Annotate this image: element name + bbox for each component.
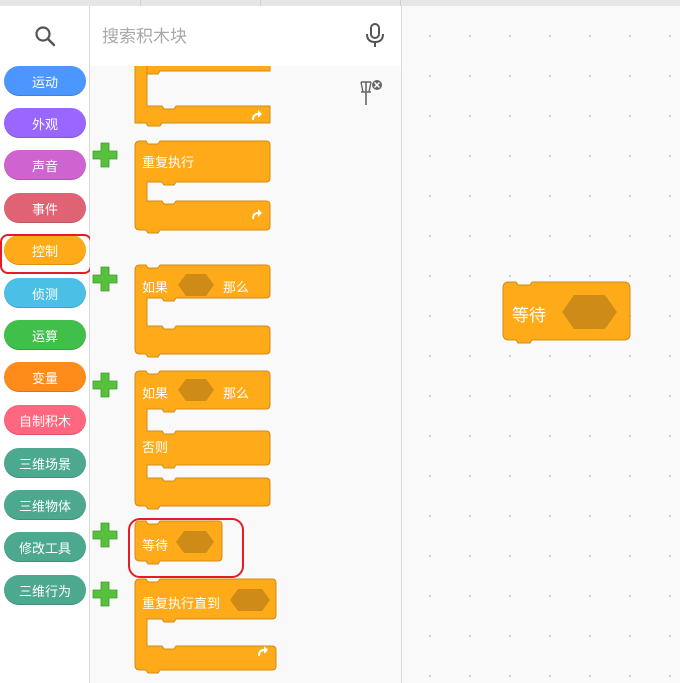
code-workspace[interactable]: 等待 [402,6,680,683]
category-button[interactable]: 三维物体 [4,490,86,520]
block-palette: 重复执行 如果 那么 如果 那么 否则 等待 重复执行直到 [90,6,402,683]
selected-category-highlight [0,234,92,274]
add-block-plus-icon[interactable] [92,581,118,607]
add-block-plus-icon[interactable] [92,372,118,398]
if-label: 如果 [142,387,169,402]
repeat-until-label: 重复执行直到 [142,597,221,612]
category-button[interactable]: 自制积木 [4,405,86,435]
category-button[interactable]: 运动 [4,66,86,96]
repeat-block-partial[interactable] [134,57,271,127]
category-button[interactable]: 三维行为 [4,575,86,605]
pin-flyout-icon[interactable] [358,79,384,109]
add-block-plus-icon[interactable] [92,142,118,168]
then-label: 那么 [223,387,250,402]
palette-blocks-canvas [92,56,277,674]
condition-slot[interactable] [230,589,270,611]
add-block-plus-icon[interactable] [92,522,118,548]
block-search-input[interactable] [100,22,354,52]
category-button[interactable]: 变量 [4,362,86,392]
category-menu: 运动 外观 声音 事件 控制 侦测 运算 变量 自制积木 三维场景 三维物体 修改工具 三维行为 [0,6,92,683]
category-button[interactable]: 声音 [4,150,86,180]
if-label: 如果 [142,281,169,296]
category-button[interactable]: 侦测 [4,278,86,308]
category-button[interactable]: 事件 [4,193,86,223]
category-button[interactable]: 运算 [4,320,86,350]
category-button[interactable]: 外观 [4,108,86,138]
workspace-wait-label: 等待 [512,306,546,326]
category-button[interactable]: 三维场景 [4,448,86,478]
microphone-icon[interactable] [365,23,385,49]
category-button[interactable]: 修改工具 [4,532,86,562]
search-button[interactable] [0,6,89,66]
else-label: 否则 [142,441,169,456]
workspace-canvas [502,281,631,344]
search-icon [34,26,55,47]
add-block-plus-icon[interactable] [92,266,118,292]
block-search-bar [90,6,401,66]
wait-block-highlight [128,518,244,578]
repeat-forever-label: 重复执行 [142,156,195,171]
then-label: 那么 [223,281,250,296]
